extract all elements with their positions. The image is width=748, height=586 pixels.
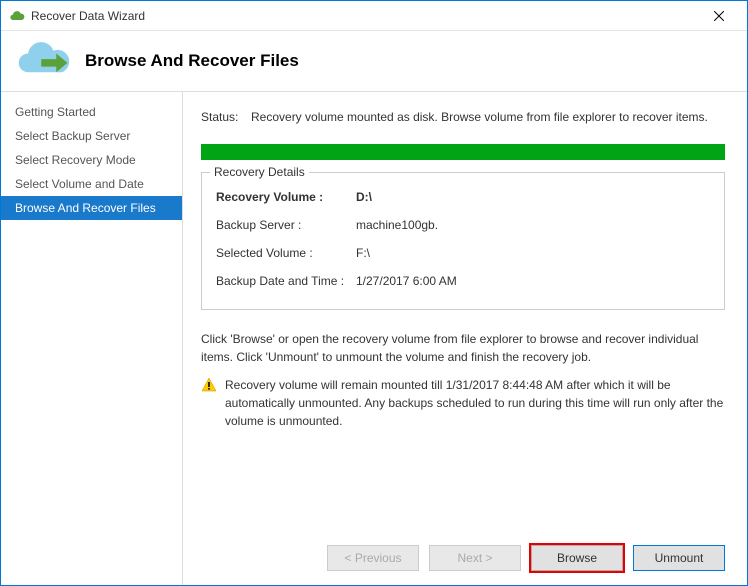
page-title: Browse And Recover Files	[85, 51, 299, 71]
detail-row-recovery-volume: Recovery Volume : D:\	[216, 183, 710, 211]
detail-value: D:\	[356, 190, 372, 204]
titlebar: Recover Data Wizard	[1, 1, 747, 31]
unmount-button[interactable]: Unmount	[633, 545, 725, 571]
detail-row-selected-volume: Selected Volume : F:\	[216, 239, 710, 267]
sidebar-item-getting-started[interactable]: Getting Started	[1, 100, 182, 124]
previous-button: < Previous	[327, 545, 419, 571]
browse-button[interactable]: Browse	[531, 545, 623, 571]
close-button[interactable]	[699, 1, 739, 31]
sidebar-item-browse-recover[interactable]: Browse And Recover Files	[1, 196, 182, 220]
main: Getting Started Select Backup Server Sel…	[1, 91, 747, 585]
recovery-details: Recovery Details Recovery Volume : D:\ B…	[201, 172, 725, 310]
detail-row-backup-datetime: Backup Date and Time : 1/27/2017 6:00 AM	[216, 267, 710, 295]
window-title: Recover Data Wizard	[31, 9, 699, 23]
close-icon	[714, 11, 724, 21]
recovery-details-legend: Recovery Details	[210, 165, 309, 179]
detail-value: 1/27/2017 6:00 AM	[356, 274, 457, 288]
sidebar-item-select-recovery-mode[interactable]: Select Recovery Mode	[1, 148, 182, 172]
detail-key: Backup Server :	[216, 218, 356, 232]
footer: < Previous Next > Browse Unmount	[327, 545, 725, 571]
detail-key: Recovery Volume :	[216, 190, 356, 204]
detail-value: machine100gb.	[356, 218, 438, 232]
progress-bar	[201, 144, 725, 160]
sidebar: Getting Started Select Backup Server Sel…	[1, 91, 182, 585]
cloud-icon	[9, 8, 25, 24]
header: Browse And Recover Files	[1, 31, 747, 91]
detail-key: Backup Date and Time :	[216, 274, 356, 288]
detail-row-backup-server: Backup Server : machine100gb.	[216, 211, 710, 239]
next-button: Next >	[429, 545, 521, 571]
content: Status: Recovery volume mounted as disk.…	[182, 91, 747, 585]
cloud-logo-icon	[15, 37, 75, 85]
sidebar-item-select-volume-date[interactable]: Select Volume and Date	[1, 172, 182, 196]
detail-key: Selected Volume :	[216, 246, 356, 260]
warning-icon	[201, 377, 217, 393]
warning-row: Recovery volume will remain mounted till…	[201, 376, 725, 430]
warning-text: Recovery volume will remain mounted till…	[225, 376, 725, 430]
instruction-text: Click 'Browse' or open the recovery volu…	[201, 330, 725, 366]
detail-value: F:\	[356, 246, 370, 260]
status-row: Status: Recovery volume mounted as disk.…	[201, 110, 725, 124]
sidebar-item-select-backup-server[interactable]: Select Backup Server	[1, 124, 182, 148]
status-label: Status:	[201, 110, 251, 124]
status-text: Recovery volume mounted as disk. Browse …	[251, 110, 708, 124]
